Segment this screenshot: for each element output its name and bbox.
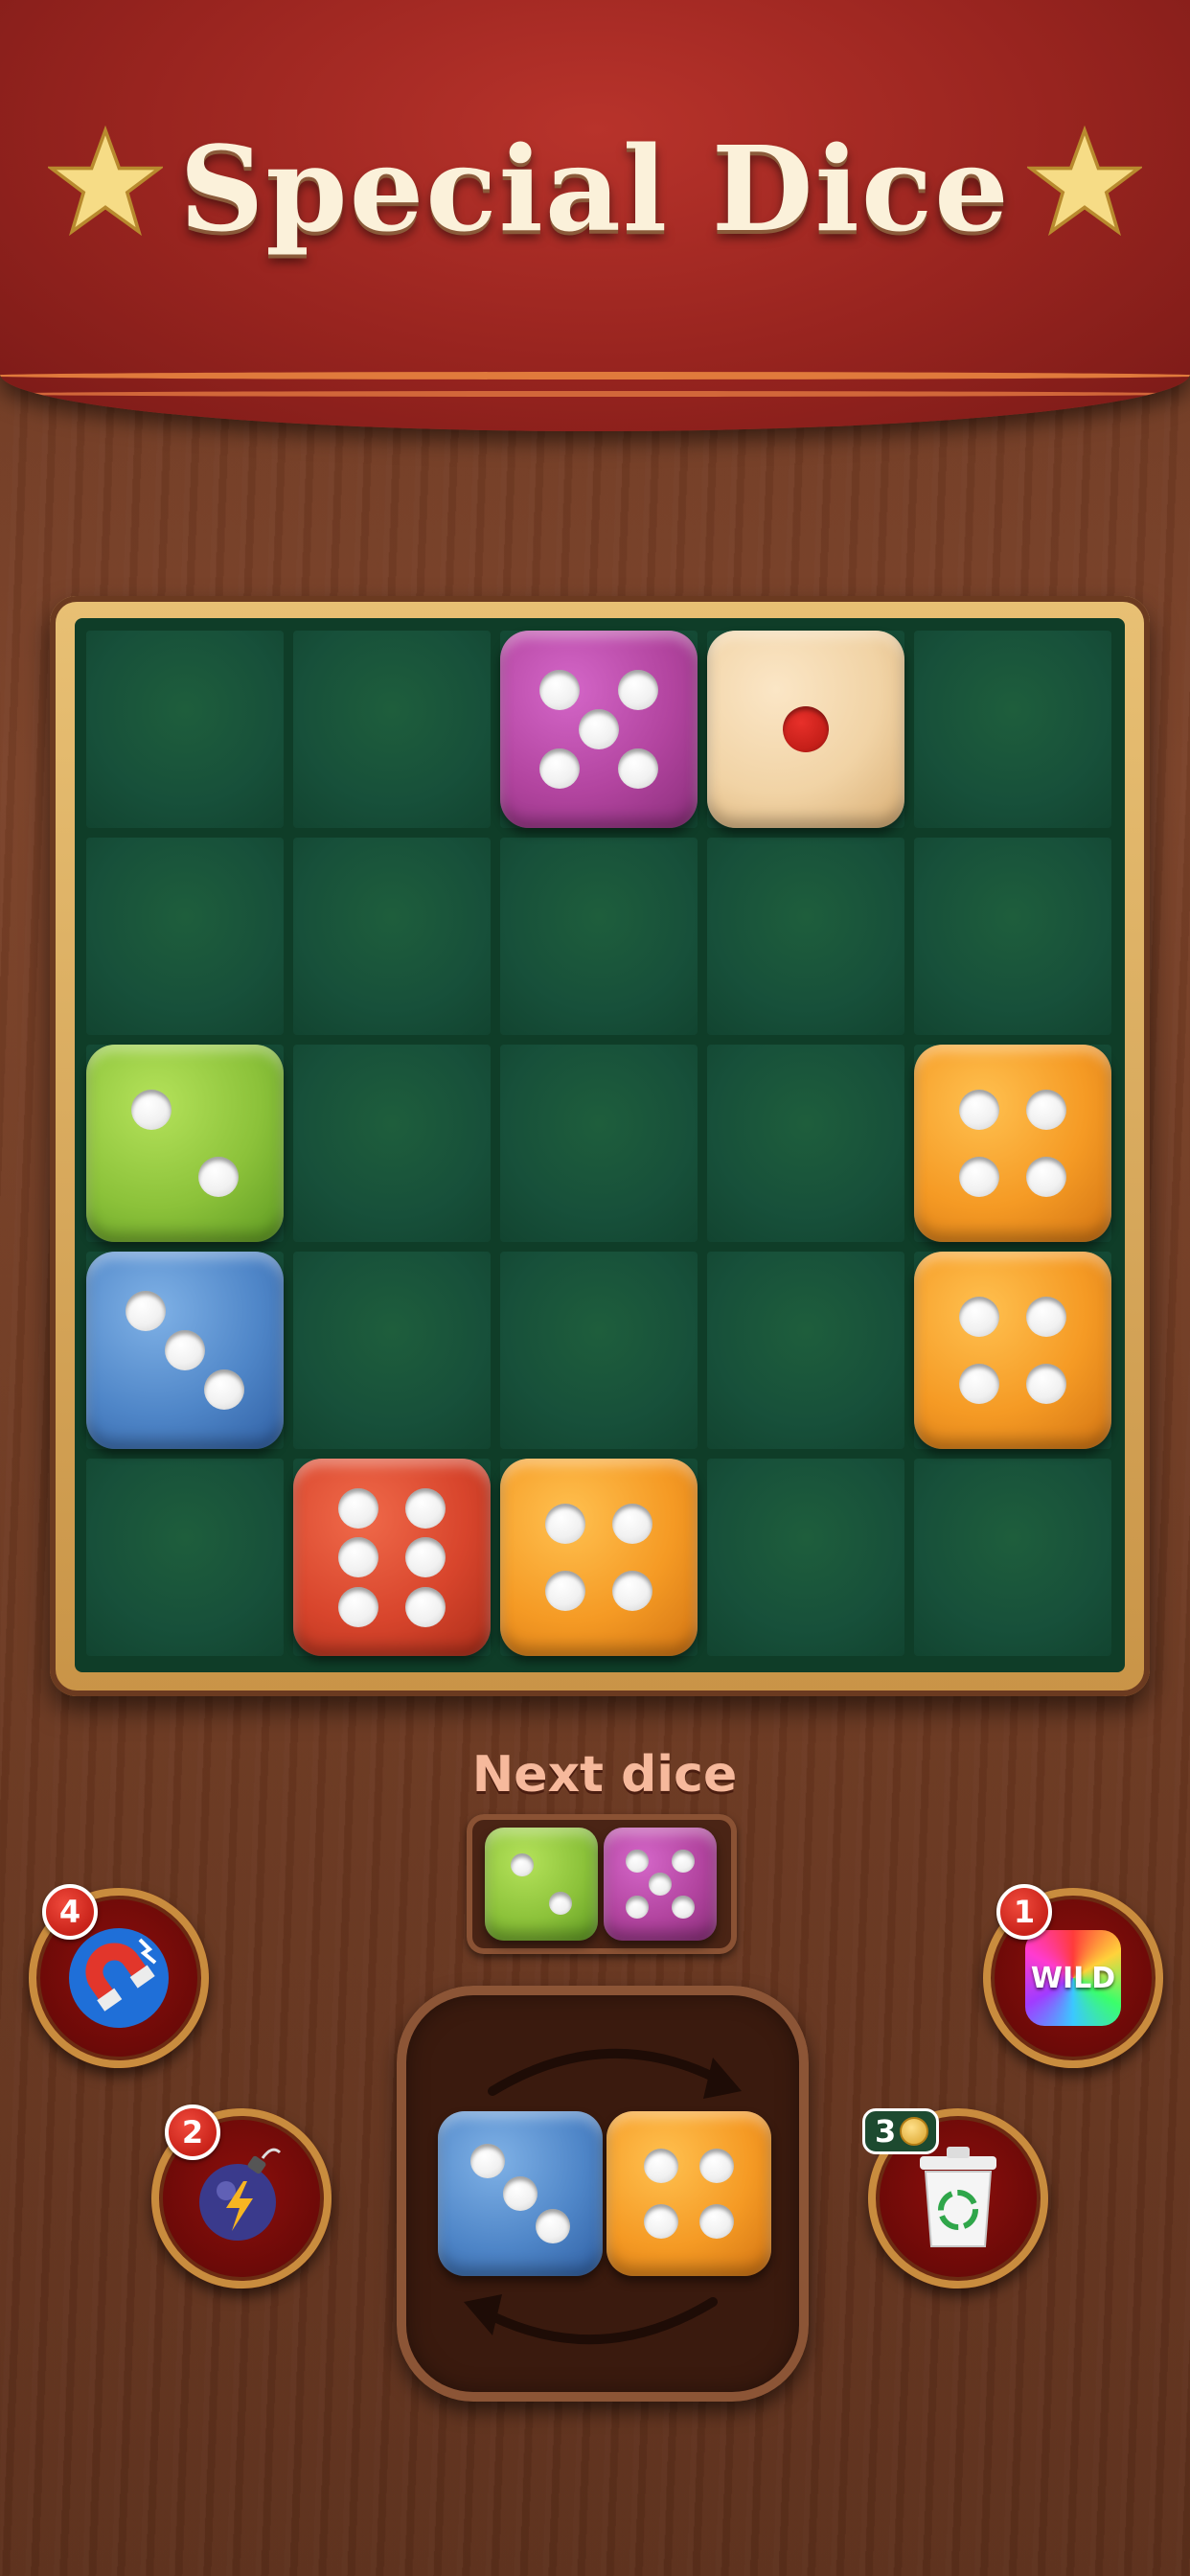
die-pip bbox=[405, 1487, 446, 1529]
die-pip bbox=[958, 1296, 999, 1337]
board-cell[interactable] bbox=[293, 1045, 491, 1242]
die-pip bbox=[1026, 1296, 1067, 1337]
next-die bbox=[604, 1828, 717, 1941]
board-cell[interactable] bbox=[914, 631, 1111, 828]
die-pip bbox=[699, 2148, 735, 2183]
die-pip bbox=[649, 1873, 672, 1896]
die-pip bbox=[544, 1503, 585, 1544]
die-pip bbox=[626, 1895, 650, 1919]
die-pip bbox=[612, 1503, 653, 1544]
board-die[interactable] bbox=[914, 1252, 1111, 1449]
die-pip bbox=[198, 1157, 240, 1198]
die-pip bbox=[626, 1850, 650, 1874]
board-die[interactable] bbox=[293, 1459, 491, 1656]
board-cell[interactable] bbox=[500, 1045, 698, 1242]
trash-cost: 3 bbox=[875, 2113, 897, 2150]
board-die[interactable] bbox=[500, 1459, 698, 1656]
die-pip bbox=[618, 748, 659, 790]
die-pip bbox=[469, 2143, 505, 2178]
board-cell[interactable] bbox=[914, 1459, 1111, 1656]
board-cell[interactable] bbox=[86, 1459, 284, 1656]
board-cell[interactable] bbox=[86, 838, 284, 1035]
next-dice-label: Next dice bbox=[471, 1746, 738, 1804]
board-cell[interactable] bbox=[707, 1252, 904, 1449]
board-die[interactable] bbox=[914, 1045, 1111, 1242]
die-pip bbox=[958, 1089, 999, 1130]
die-pip bbox=[125, 1290, 166, 1331]
die-pip bbox=[699, 2204, 735, 2240]
die-pip bbox=[337, 1586, 378, 1627]
board-cell[interactable] bbox=[293, 631, 491, 828]
board-cell[interactable] bbox=[500, 1252, 698, 1449]
trash-cost-badge: 3 bbox=[862, 2108, 939, 2154]
die-pip bbox=[405, 1586, 446, 1627]
board-cell[interactable] bbox=[500, 838, 698, 1035]
die-pip bbox=[538, 669, 580, 710]
board-cell[interactable] bbox=[293, 1252, 491, 1449]
page-title: Special Dice bbox=[179, 120, 1011, 258]
bomb-count-badge: 2 bbox=[165, 2104, 220, 2160]
board-die[interactable] bbox=[86, 1252, 284, 1449]
die-pip bbox=[503, 2176, 538, 2211]
current-piece-die[interactable] bbox=[606, 2111, 771, 2276]
wild-count-badge: 1 bbox=[996, 1884, 1052, 1940]
die-pip bbox=[643, 2204, 678, 2240]
die-pip bbox=[165, 1330, 205, 1370]
wild-icon: WILD bbox=[1025, 1930, 1121, 2026]
die-pip bbox=[958, 1157, 999, 1198]
trash-icon bbox=[920, 2147, 996, 2247]
die-pip bbox=[405, 1537, 446, 1577]
die-pip bbox=[130, 1089, 172, 1130]
next-die bbox=[485, 1828, 598, 1941]
board-die[interactable] bbox=[500, 631, 698, 828]
board-cell[interactable] bbox=[707, 838, 904, 1035]
die-pip bbox=[536, 2209, 571, 2244]
current-piece-die[interactable] bbox=[438, 2111, 603, 2276]
board-cell[interactable] bbox=[707, 1045, 904, 1242]
die-pip bbox=[1026, 1089, 1067, 1130]
banner-stripe bbox=[0, 372, 1190, 380]
board-cell[interactable] bbox=[914, 838, 1111, 1035]
die-pip bbox=[538, 748, 580, 790]
board-die[interactable] bbox=[86, 1045, 284, 1242]
die-pip bbox=[783, 706, 829, 752]
die-pip bbox=[337, 1537, 378, 1577]
board-cell[interactable] bbox=[293, 838, 491, 1035]
die-pip bbox=[643, 2148, 678, 2183]
die-pip bbox=[579, 709, 619, 749]
die-pip bbox=[618, 669, 659, 710]
die-pip bbox=[671, 1895, 695, 1919]
board-cell[interactable] bbox=[86, 631, 284, 828]
die-pip bbox=[612, 1571, 653, 1612]
die-pip bbox=[671, 1850, 695, 1874]
die-pip bbox=[958, 1364, 999, 1405]
banner-stripe bbox=[0, 391, 1190, 397]
board-die[interactable] bbox=[707, 631, 904, 828]
die-pip bbox=[510, 1852, 534, 1876]
die-pip bbox=[1026, 1157, 1067, 1198]
die-pip bbox=[204, 1369, 245, 1411]
board-cell[interactable] bbox=[707, 1459, 904, 1656]
die-pip bbox=[549, 1892, 573, 1916]
die-pip bbox=[544, 1571, 585, 1612]
magnet-count-badge: 4 bbox=[42, 1884, 98, 1940]
wild-label: WILD bbox=[1030, 1961, 1116, 1995]
die-pip bbox=[337, 1487, 378, 1529]
coin-icon bbox=[900, 2117, 929, 2146]
die-pip bbox=[1026, 1364, 1067, 1405]
